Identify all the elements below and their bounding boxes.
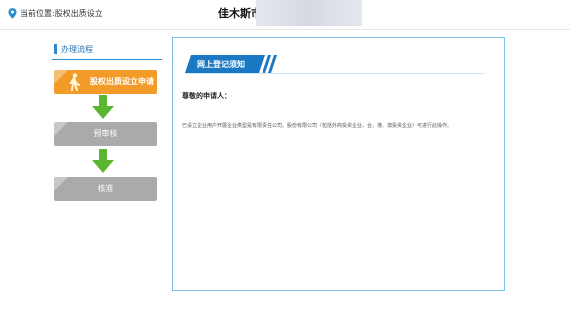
step-label: 核准 [97, 184, 114, 193]
process-title: 办理流程 [52, 40, 162, 60]
process-title-text: 办理流程 [61, 45, 93, 54]
step-pre-review[interactable]: 预审核 [54, 122, 157, 146]
notice-panel: 网上登记须知 尊敬的申请人： 已设立企业用户开展企业类型是有限责任公司、股份有限… [172, 37, 505, 291]
header-slash-decoration [263, 55, 277, 73]
step-pledge-application[interactable]: 股权出质设立申请 [54, 70, 157, 94]
notice-header: 网上登记须知 [185, 55, 277, 73]
notice-title: 网上登记须知 [197, 60, 245, 69]
step-label: 股权出质设立申请 [90, 77, 154, 86]
process-sidebar: 办理流程 股权出质设立申请 预审核 核准 [52, 40, 162, 220]
location-breadcrumb: 当前位置: 股权出质设立 [8, 8, 103, 19]
notice-body: 已设立企业用户开展企业类型是有限责任公司、股份有限公司（包括外商投资企业，台、港… [182, 123, 453, 129]
location-pin-icon [8, 8, 17, 19]
step-approval[interactable]: 核准 [54, 177, 157, 201]
step-label: 预审核 [93, 129, 118, 138]
greeting: 尊敬的申请人： [182, 92, 231, 100]
redacted-region [256, 0, 362, 26]
top-bar: 当前位置: 股权出质设立 佳木斯市 [0, 0, 570, 30]
header-divider [185, 73, 485, 74]
down-arrow-icon [92, 149, 114, 173]
location-prefix: 当前位置: [20, 9, 55, 18]
down-arrow-icon [92, 95, 114, 119]
breadcrumb-current[interactable]: 股权出质设立 [55, 8, 103, 19]
title-accent-bar [54, 44, 57, 54]
